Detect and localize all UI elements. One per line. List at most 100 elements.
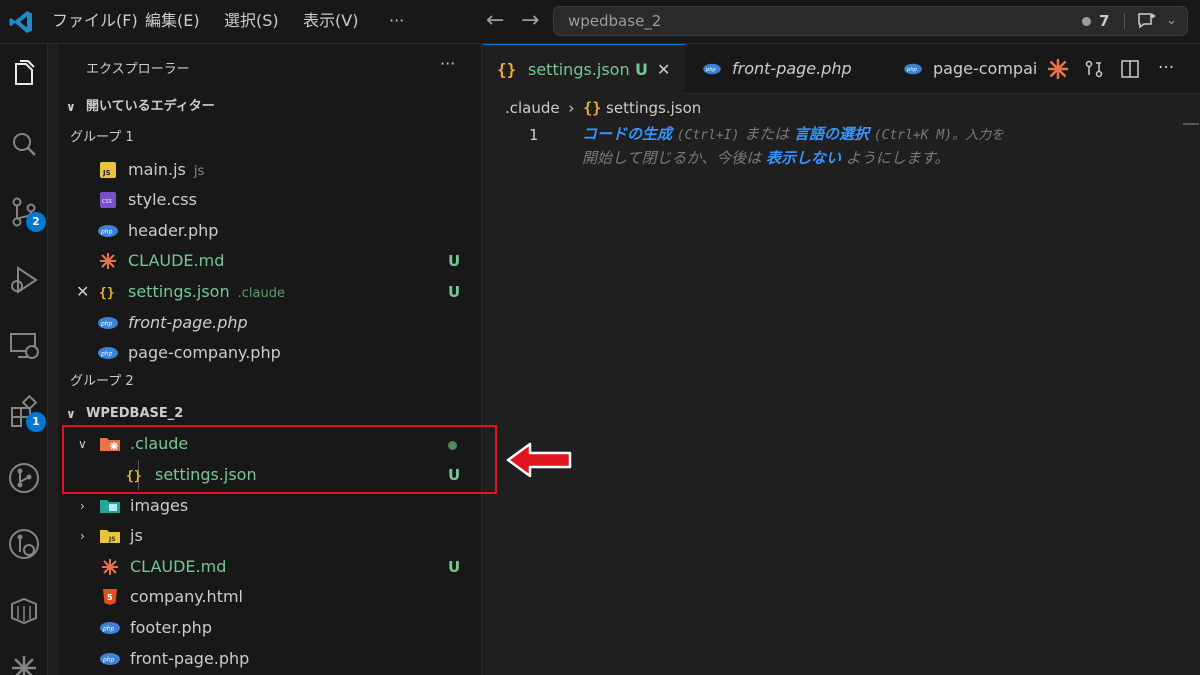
chat-icon[interactable] — [1136, 11, 1158, 31]
php-file-icon: php — [98, 225, 118, 237]
svg-text:php: php — [100, 229, 113, 236]
claude-code-icon[interactable] — [1048, 59, 1068, 79]
svg-text:php: php — [705, 67, 717, 73]
split-editor-icon[interactable] — [1120, 59, 1140, 79]
tree-file-company-html[interactable]: 5 company.html — [58, 582, 482, 612]
explorer-sidebar: エクスプローラー ··· ∨ 開いているエディター グループ 1 JS main… — [58, 44, 482, 675]
untracked-badge: U — [448, 252, 461, 270]
php-file-icon: php — [904, 63, 922, 75]
open-editor-item[interactable]: CLAUDE.md U — [58, 246, 482, 276]
claude-file-icon — [100, 253, 116, 269]
html-file-icon: 5 — [103, 589, 117, 605]
menu-file[interactable]: ファイル(F) — [52, 0, 138, 44]
svg-text:php: php — [102, 626, 115, 633]
activity-bar: 2 1 — [0, 44, 48, 675]
source-control-badge: 2 — [26, 212, 46, 232]
close-icon[interactable]: ✕ — [76, 277, 89, 307]
chevron-right-icon: › — [568, 99, 575, 117]
php-file-icon: php — [100, 622, 120, 634]
breadcrumb-folder[interactable]: .claude — [505, 99, 560, 117]
chevron-right-icon: › — [80, 529, 85, 543]
php-file-icon: php — [100, 653, 120, 665]
command-center[interactable]: wpedbase_2 7 ⌄ — [553, 6, 1188, 36]
forward-arrow-icon[interactable]: → — [521, 8, 539, 34]
dont-show-link[interactable]: 表示しない — [766, 149, 841, 167]
svg-text:php: php — [100, 321, 113, 328]
git-graph-icon[interactable] — [6, 460, 42, 496]
menu-edit[interactable]: 編集(E) — [145, 0, 200, 44]
chevron-down-icon[interactable]: ⌄ — [1166, 7, 1177, 35]
more-actions-button[interactable]: ··· — [1158, 58, 1174, 78]
untracked-badge: U — [448, 558, 461, 576]
container-icon[interactable] — [6, 592, 42, 628]
svg-text:php: php — [102, 657, 115, 664]
svg-text:{}: {} — [99, 286, 115, 300]
editor-hint-line-2: 開始して閉じるか、今後は 表示しない ようにします。 — [582, 149, 950, 167]
js-folder-icon: JS — [100, 530, 120, 543]
explorer-icon[interactable] — [6, 56, 42, 92]
tree-folder-images[interactable]: › images — [58, 491, 482, 521]
tab-page-company-php[interactable]: php page-compai — [887, 44, 1057, 94]
vscode-logo-icon — [9, 11, 32, 33]
open-editor-item-active[interactable]: ✕ {} settings.json .claude U — [58, 277, 482, 307]
svg-text:5: 5 — [107, 593, 113, 602]
compare-changes-icon[interactable] — [1084, 59, 1104, 79]
tree-file-front-page-php[interactable]: php front-page.php — [58, 644, 482, 674]
explorer-more-button[interactable]: ··· — [440, 54, 455, 73]
menu-selection[interactable]: 選択(S) — [224, 0, 279, 44]
editor-tabs: {} settings.json U ✕ php front-page.php … — [483, 44, 1200, 94]
divider — [1124, 13, 1125, 29]
group1-label: グループ 1 — [70, 130, 134, 145]
line-number: 1 — [529, 126, 539, 144]
json-file-icon: {} — [583, 99, 602, 117]
run-debug-icon[interactable] — [6, 262, 42, 298]
breadcrumb-file[interactable]: settings.json — [606, 99, 701, 117]
claude-icon[interactable] — [6, 650, 42, 675]
tree-file-claude-md[interactable]: CLAUDE.md U — [58, 552, 482, 582]
group2-label: グループ 2 — [70, 374, 134, 389]
php-file-icon: php — [98, 317, 118, 329]
open-editors-header[interactable]: ∨ 開いているエディター — [58, 92, 482, 122]
open-editor-item[interactable]: php front-page.php — [58, 308, 482, 338]
open-editor-item[interactable]: php page-company.php — [58, 338, 482, 368]
css-file-icon: CSS — [100, 192, 116, 208]
extensions-badge: 1 — [26, 412, 46, 432]
menu-view[interactable]: 表示(V) — [303, 0, 358, 44]
js-file-icon: JS — [100, 162, 116, 178]
explorer-title: エクスプローラー — [86, 62, 190, 77]
back-arrow-icon[interactable]: ← — [486, 8, 504, 34]
open-editor-item[interactable]: JS main.js js — [58, 155, 482, 185]
search-icon[interactable] — [6, 126, 42, 162]
tree-file-footer-php[interactable]: php footer.php — [58, 613, 482, 643]
tab-settings-json[interactable]: {} settings.json U ✕ — [483, 44, 685, 94]
svg-text:php: php — [906, 67, 918, 73]
editor-hint-line-1: コードの生成 (Ctrl+I) または 言語の選択 (Ctrl+K M)。入力を — [582, 125, 1005, 143]
svg-text:CSS: CSS — [102, 199, 112, 205]
command-center-text: wpedbase_2 — [568, 12, 662, 30]
title-bar: ファイル(F) 編集(E) 選択(S) 表示(V) ··· ← → wpedba… — [0, 0, 1200, 44]
chevron-right-icon: › — [80, 499, 85, 513]
images-folder-icon — [100, 500, 120, 513]
untracked-badge: U — [635, 60, 648, 79]
tab-front-page-php[interactable]: php front-page.php — [686, 44, 886, 94]
annotation-arrow-icon — [506, 442, 572, 478]
status-dot-icon — [1082, 17, 1091, 26]
close-icon[interactable]: ✕ — [657, 45, 670, 95]
select-language-link[interactable]: 言語の選択 — [794, 125, 869, 143]
tree-folder-js[interactable]: › JS js — [58, 521, 482, 551]
scrollbar-marker[interactable] — [1183, 123, 1199, 125]
json-file-icon: {} — [497, 60, 517, 79]
git-history-icon[interactable] — [6, 526, 42, 562]
json-file-icon: {} — [99, 286, 115, 300]
chevron-down-icon: ∨ — [66, 100, 76, 114]
php-file-icon: php — [98, 347, 118, 359]
menu-more[interactable]: ··· — [389, 0, 404, 44]
open-editor-item[interactable]: php header.php — [58, 216, 482, 246]
claude-file-icon — [102, 559, 118, 575]
open-editor-item[interactable]: CSS style.css — [58, 185, 482, 215]
generate-code-link[interactable]: コードの生成 — [582, 125, 672, 143]
notification-count[interactable]: 7 — [1099, 7, 1109, 35]
php-file-icon: php — [703, 63, 721, 75]
remote-explorer-icon[interactable] — [6, 328, 42, 364]
svg-text:JS: JS — [102, 169, 111, 177]
